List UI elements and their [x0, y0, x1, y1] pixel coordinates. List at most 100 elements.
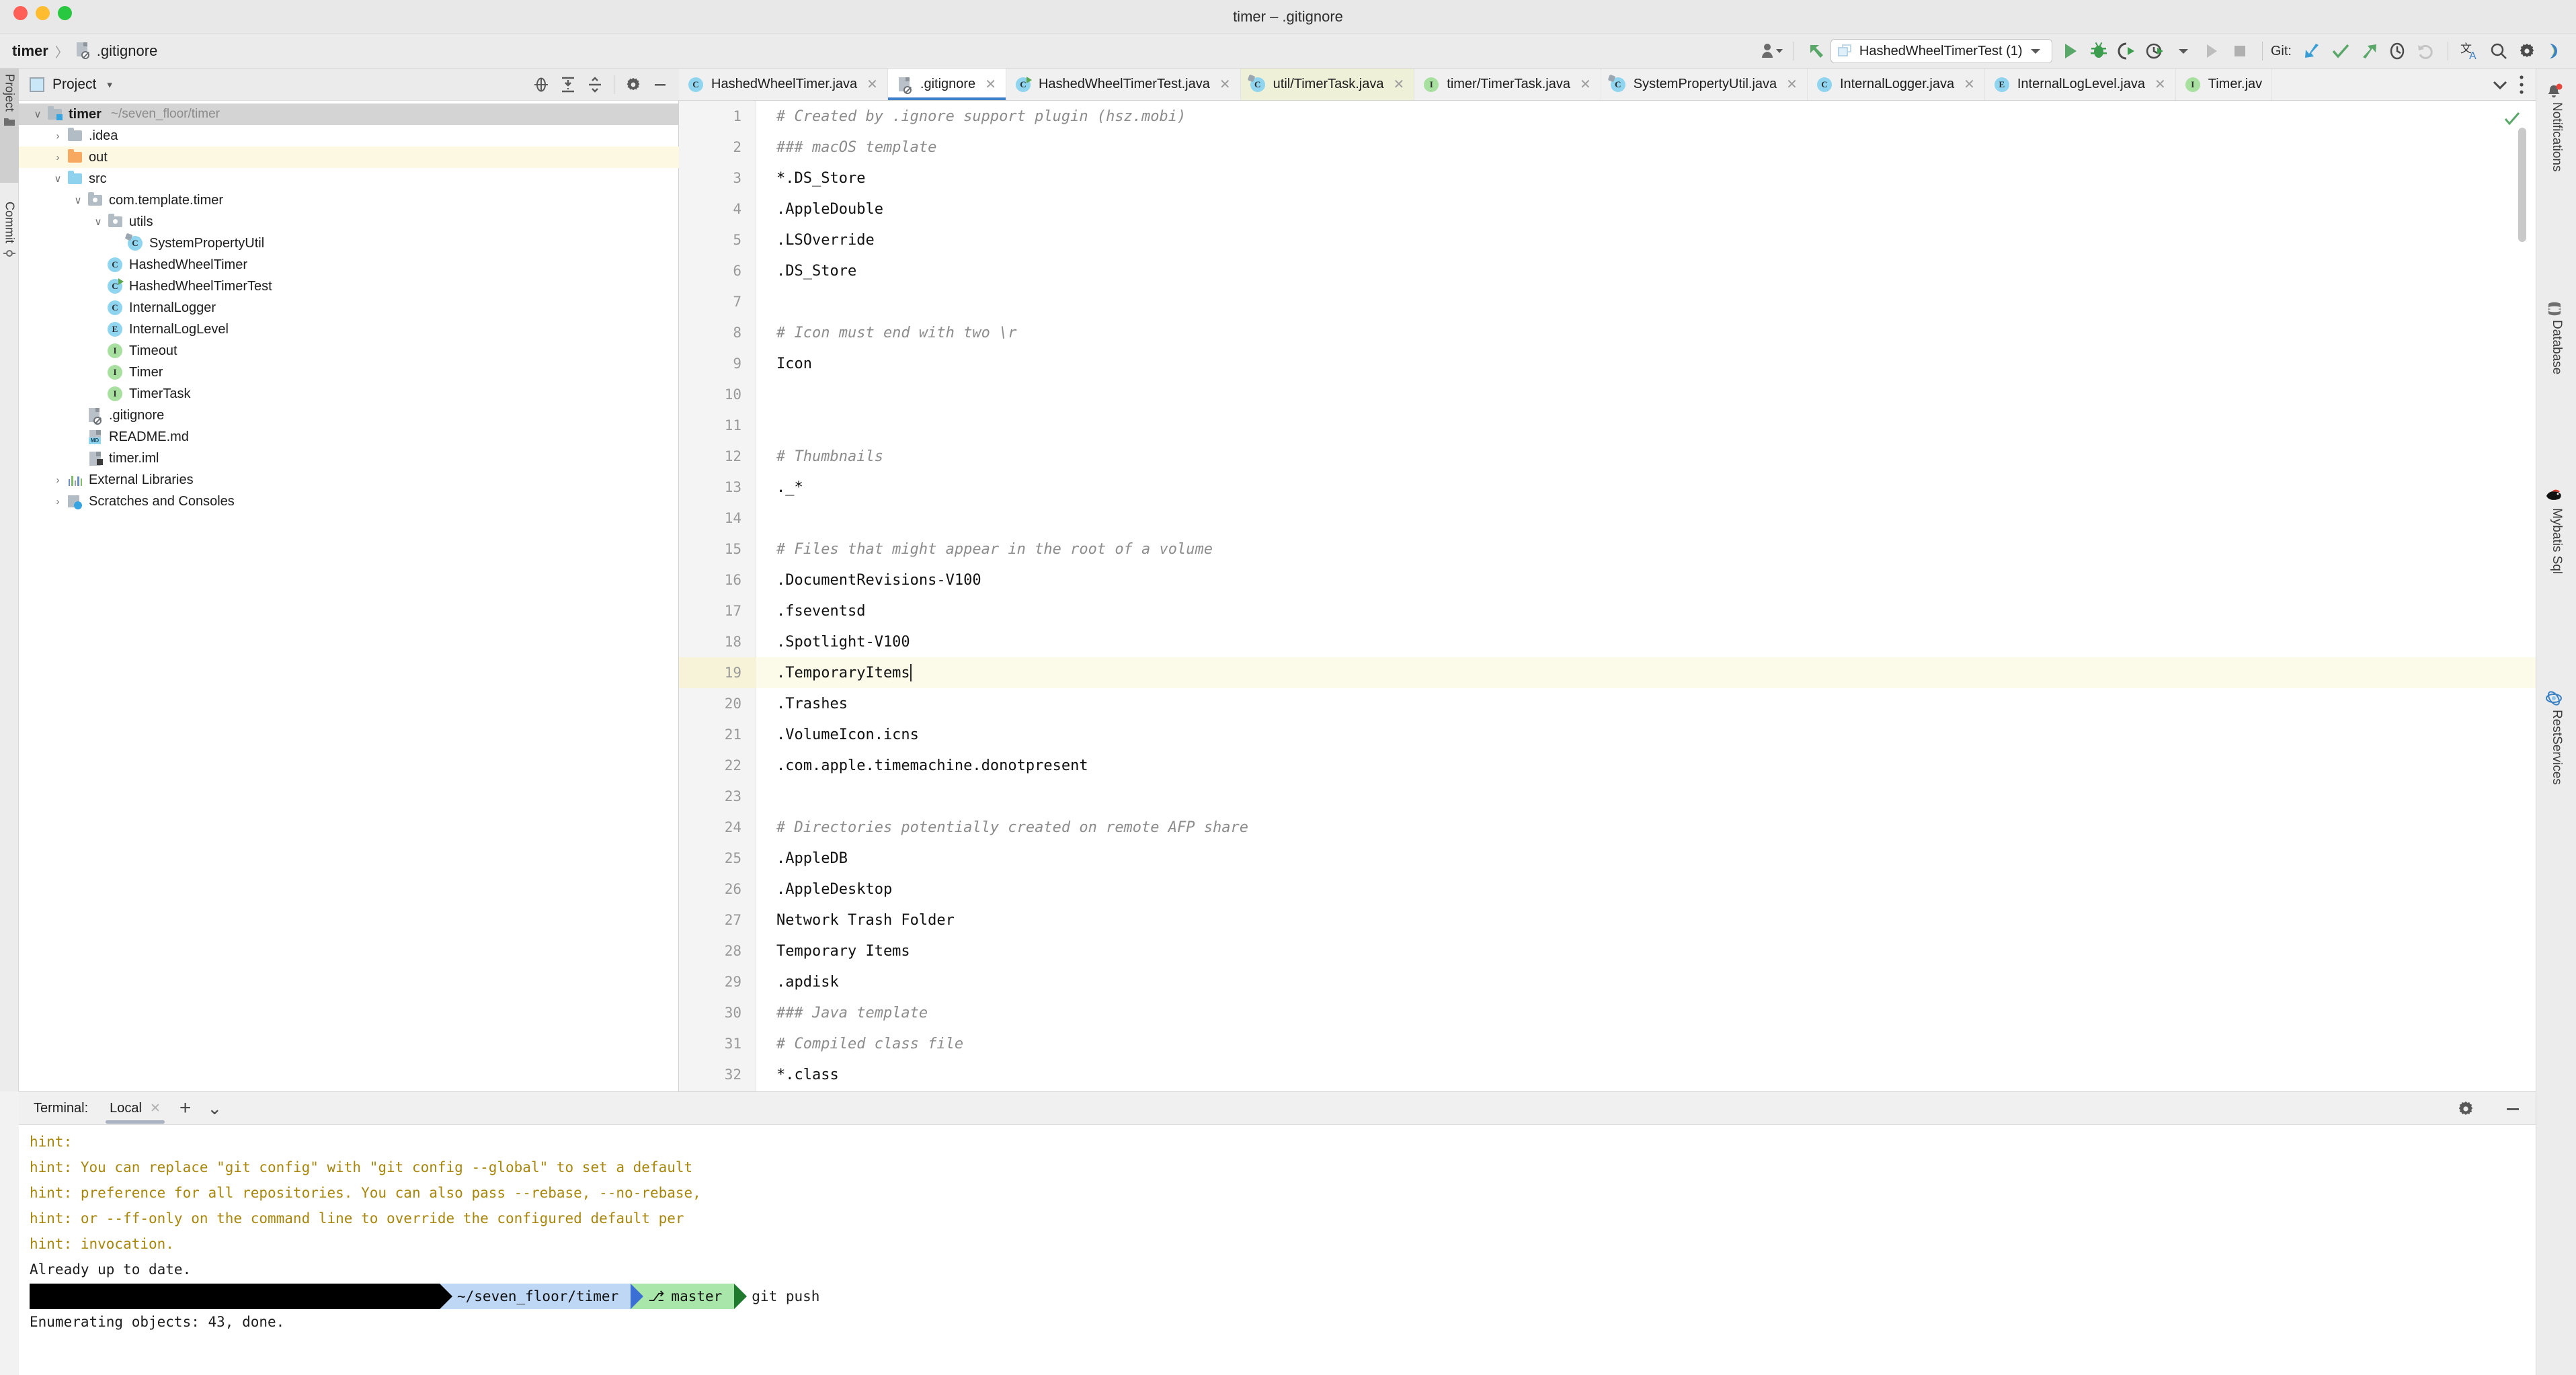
tree-item-timer[interactable]: ∨ timer ~/seven_floor/timer — [19, 103, 679, 125]
terminal-list-icon[interactable]: ⌄ — [207, 1099, 222, 1117]
editor-tab-bar[interactable]: C HashedWheelTimer.java ✕ .gitignore ✕ C Hashe… — [679, 69, 2536, 101]
code-line[interactable]: 17 .fseventsd — [679, 595, 2536, 626]
close-icon[interactable]: ✕ — [2155, 76, 2166, 93]
collapse-all-icon[interactable] — [581, 71, 608, 98]
code-line[interactable]: 15 # Files that might appear in the root … — [679, 534, 2536, 565]
editor-tab-timer-jav[interactable]: I Timer.jav — [2176, 69, 2273, 100]
code-line[interactable]: 23 — [679, 781, 2536, 812]
sidebar-item-database[interactable]: Database — [2536, 290, 2576, 458]
editor-tab--gitignore[interactable]: .gitignore ✕ — [887, 69, 1006, 100]
git-update-icon[interactable] — [2298, 37, 2327, 65]
close-icon[interactable]: ✕ — [1580, 76, 1591, 93]
code-line[interactable]: 22 .com.apple.timemachine.donotpresent — [679, 750, 2536, 781]
add-terminal-icon[interactable]: + — [179, 1097, 192, 1120]
code-line[interactable]: 7 — [679, 286, 2536, 317]
tree-twisty-expanded[interactable]: ∨ — [69, 194, 87, 206]
editor-tab-systempropertyutil-java[interactable]: C SystemPropertyUtil.java ✕ — [1601, 69, 1808, 100]
tree-twisty-collapsed[interactable]: › — [48, 130, 67, 142]
tree-item--idea[interactable]: › .idea — [19, 125, 679, 147]
code-line[interactable]: 16 .DocumentRevisions-V100 — [679, 565, 2536, 595]
gear-icon[interactable] — [620, 71, 647, 98]
code-line[interactable]: 20 .Trashes — [679, 688, 2536, 719]
chevron-down-icon[interactable]: ▾ — [107, 79, 112, 91]
settings-icon[interactable] — [2513, 37, 2541, 65]
code-line[interactable]: 8 # Icon must end with two \r — [679, 317, 2536, 348]
tree-item-scratches-and-consoles[interactable]: › Scratches and Consoles — [19, 491, 679, 512]
sidebar-item-project[interactable]: Project — [0, 69, 19, 183]
tree-item--gitignore[interactable]: .gitignore — [19, 405, 679, 426]
tree-twisty-collapsed[interactable]: › — [48, 496, 67, 507]
editor-tab-hashedwheeltimer-java[interactable]: C HashedWheelTimer.java ✕ — [679, 69, 888, 100]
code-line[interactable]: 11 — [679, 410, 2536, 441]
code-line[interactable]: 14 — [679, 503, 2536, 534]
code-line[interactable]: 2 ### macOS template — [679, 132, 2536, 163]
sidebar-item-rest-services[interactable]: RestServices — [2536, 680, 2576, 875]
back-arrow-icon[interactable] — [1802, 37, 1830, 65]
breadcrumb-file[interactable]: .gitignore — [97, 42, 158, 60]
debug-button[interactable] — [2085, 37, 2113, 65]
tree-twisty-expanded[interactable]: ∨ — [89, 216, 108, 228]
tree-twisty-expanded[interactable]: ∨ — [28, 108, 47, 120]
code-line[interactable]: 6 .DS_Store — [679, 255, 2536, 286]
tree-item-internalloglevel[interactable]: E InternalLogLevel — [19, 319, 679, 340]
code-line[interactable]: 24 # Directories potentially created on r… — [679, 812, 2536, 843]
code-line[interactable]: 1 # Created by .ignore support plugin (hs… — [679, 101, 2536, 132]
code-line[interactable]: 32 *.class — [679, 1059, 2536, 1090]
search-everywhere-icon[interactable] — [2485, 37, 2513, 65]
select-opened-file-icon[interactable] — [528, 71, 555, 98]
close-icon[interactable]: ✕ — [985, 76, 996, 93]
code-line[interactable]: 18 .Spotlight-V100 — [679, 626, 2536, 657]
sidebar-item-commit[interactable]: Commit — [0, 196, 19, 317]
git-commit-icon[interactable] — [2327, 37, 2355, 65]
code-line[interactable]: 31 # Compiled class file — [679, 1028, 2536, 1059]
sidebar-item-mybatis-sql[interactable]: Mybatis Sql — [2536, 478, 2576, 660]
tree-item-internallogger[interactable]: C InternalLogger — [19, 297, 679, 319]
code-line[interactable]: 5 .LSOverride — [679, 224, 2536, 255]
close-icon[interactable]: ✕ — [1964, 76, 1975, 93]
code-line[interactable]: 30 ### Java template — [679, 997, 2536, 1028]
tree-item-systempropertyutil[interactable]: C SystemPropertyUtil — [19, 233, 679, 254]
tree-item-external-libraries[interactable]: › External Libraries — [19, 469, 679, 491]
run-configuration-selector[interactable]: HashedWheelTimerTest (1) — [1830, 39, 2052, 63]
hide-icon[interactable] — [647, 71, 674, 98]
code-line[interactable]: 28 Temporary Items — [679, 935, 2536, 966]
chevron-down-icon[interactable] — [2169, 37, 2198, 65]
tree-item-src[interactable]: ∨ src — [19, 168, 679, 190]
code-line[interactable]: 19 .TemporaryItems — [679, 657, 2536, 688]
hide-icon[interactable] — [2499, 1095, 2526, 1122]
editor-tab-util-timertask-java[interactable]: Cutil/TimerTask.java ✕ — [1240, 69, 1415, 100]
editor-tab-hashedwheeltimertest-java[interactable]: C HashedWheelTimerTest.java ✕ — [1006, 69, 1241, 100]
tree-twisty-collapsed[interactable]: › — [48, 152, 67, 163]
inspection-status-icon[interactable] — [2503, 110, 2521, 128]
profile-button[interactable] — [2141, 37, 2169, 65]
chevron-down-icon[interactable] — [2491, 79, 2509, 90]
tree-item-com-template-timer[interactable]: ∨ com.template.timer — [19, 190, 679, 211]
tree-item-timertask[interactable]: I TimerTask — [19, 383, 679, 405]
translate-icon[interactable]: 文 A — [2456, 37, 2485, 65]
editor-tabs-overflow[interactable] — [2491, 69, 2536, 100]
editor-code-area[interactable]: 1 # Created by .ignore support plugin (hs… — [679, 101, 2536, 1091]
sidebar-item-notifications[interactable]: Notifications — [2536, 73, 2576, 267]
close-icon[interactable]: ✕ — [1786, 76, 1798, 93]
editor-scrollbar[interactable] — [2518, 128, 2526, 242]
more-vertical-icon[interactable] — [2518, 74, 2525, 95]
code-line[interactable]: 26 .AppleDesktop — [679, 874, 2536, 905]
code-line[interactable]: 9 Icon — [679, 348, 2536, 379]
user-avatar-icon[interactable] — [1757, 37, 1785, 65]
breadcrumb-project[interactable]: timer — [12, 42, 48, 60]
code-line[interactable]: 27 Network Trash Folder — [679, 905, 2536, 935]
breadcrumb[interactable]: timer 〉 .gitignore — [12, 34, 157, 69]
editor-tab-internalloglevel-java[interactable]: E InternalLogLevel.java ✕ — [1985, 69, 2176, 100]
tree-twisty-collapsed[interactable]: › — [48, 474, 67, 486]
close-icon[interactable]: ✕ — [1219, 76, 1231, 93]
terminal-output[interactable]: hint: hint: You can replace "git config" … — [19, 1125, 2536, 1375]
tree-item-timer[interactable]: I Timer — [19, 362, 679, 383]
code-line[interactable]: 25 .AppleDB — [679, 843, 2536, 874]
tree-item-hashedwheeltimer[interactable]: C HashedWheelTimer — [19, 254, 679, 276]
code-line[interactable]: 10 — [679, 379, 2536, 410]
expand-all-icon[interactable] — [555, 71, 581, 98]
code-line[interactable]: 29 .apdisk — [679, 966, 2536, 997]
tree-twisty-expanded[interactable]: ∨ — [48, 173, 67, 185]
git-history-icon[interactable] — [2383, 37, 2411, 65]
editor-tab-timer-timertask-java[interactable]: Itimer/TimerTask.java ✕ — [1414, 69, 1601, 100]
